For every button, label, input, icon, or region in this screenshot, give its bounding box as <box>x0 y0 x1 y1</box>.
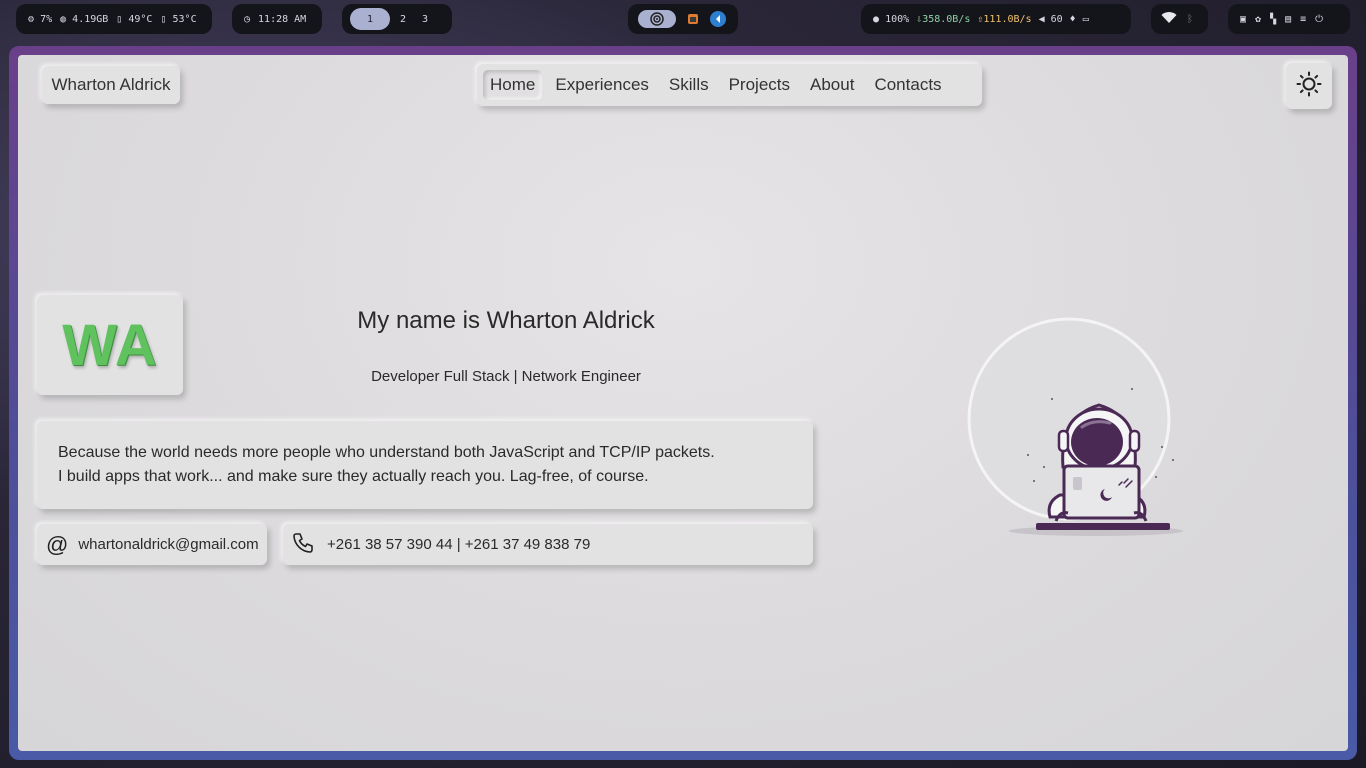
system-status-bar: ⚙ 7% ◍ 4.19GB ▯ 49°C ▯ 53°C ◷ 11:28 AM 1… <box>0 0 1366 38</box>
temp2-value: 53°C <box>172 13 197 25</box>
workspace-1[interactable]: 1 <box>350 8 390 30</box>
astronaut-illustration <box>964 317 1188 549</box>
battery-stat: ● 100% <box>873 14 909 25</box>
sun-icon <box>1296 71 1322 102</box>
microphone-icon[interactable]: ♦ <box>1070 14 1076 25</box>
phone-contact[interactable]: +261 38 57 390 44 | +261 37 49 838 79 <box>283 524 813 565</box>
page-title: My name is Wharton Aldrick <box>357 307 655 334</box>
at-icon: @ <box>46 531 69 557</box>
nav-contacts[interactable]: Contacts <box>867 70 948 100</box>
connectivity-pill: ᛒ <box>1151 4 1208 34</box>
clock-pill[interactable]: ◷ 11:28 AM <box>232 4 322 34</box>
checker-icon[interactable]: ▚ <box>1270 14 1276 25</box>
nav-projects[interactable]: Projects <box>722 70 797 100</box>
download-value: 358.0B/s <box>922 13 971 25</box>
clipboard-icon[interactable]: ▤ <box>1285 14 1291 25</box>
memory-stat: ◍ 4.19GB <box>60 14 108 25</box>
controls-pill: ▣ ✿ ▚ ▤ ≡ ⏻ <box>1228 4 1350 34</box>
battery-icon: ● <box>873 13 880 25</box>
main-nav: Home Experiences Skills Projects About C… <box>477 64 982 106</box>
initials-logo: WA <box>37 295 183 395</box>
system-stats-pill: ⚙ 7% ◍ 4.19GB ▯ 49°C ▯ 53°C <box>16 4 212 34</box>
bio-card: Because the world needs more people who … <box>37 421 813 509</box>
palette-icon[interactable]: ✿ <box>1255 14 1261 25</box>
bio-line-1: Because the world needs more people who … <box>58 444 715 461</box>
power-icon[interactable]: ⏻ <box>1315 14 1323 25</box>
memory-value: 4.19GB <box>72 13 109 25</box>
app-tray <box>628 4 738 34</box>
target-app-icon[interactable] <box>638 10 676 28</box>
battery-value: 100% <box>885 13 910 25</box>
cpu-value: 7% <box>40 13 53 25</box>
nav-experiences[interactable]: Experiences <box>548 70 656 100</box>
logo-initials: WA <box>62 312 158 378</box>
clock-value: 11:28 AM <box>258 13 307 25</box>
nav-about[interactable]: About <box>803 70 861 100</box>
volume-stat[interactable]: ◀ 60 <box>1039 14 1063 25</box>
temp2-stat: ▯ 53°C <box>160 14 196 25</box>
cpu-icon: ⚙ <box>28 13 35 25</box>
thermometer-icon: ▯ <box>160 13 167 25</box>
wifi-icon[interactable] <box>1161 11 1177 27</box>
cpu-stat: ⚙ 7% <box>28 14 52 25</box>
thermometer-icon: ▯ <box>116 13 123 25</box>
download-stat: ⇩358.0B/s <box>916 14 970 25</box>
speaker-icon: ◀ <box>1038 13 1045 25</box>
upload-stat: ⇧111.0B/s <box>977 14 1031 25</box>
workspace-switcher: 1 2 3 <box>342 4 452 34</box>
temp1-stat: ▯ 49°C <box>116 14 152 25</box>
clock-icon: ◷ <box>244 13 251 25</box>
brand-logo[interactable]: Wharton Aldrick <box>42 66 180 104</box>
phone-icon <box>291 531 315 559</box>
menu-icon[interactable]: ≡ <box>1300 14 1306 25</box>
bio-line-2: I build apps that work... and make sure … <box>58 468 649 485</box>
memory-icon: ◍ <box>60 13 67 25</box>
workspace-2[interactable]: 2 <box>394 8 412 30</box>
workspace-3[interactable]: 3 <box>416 8 434 30</box>
screenshot-icon[interactable]: ▣ <box>1240 14 1246 25</box>
email-contact[interactable]: @ whartonaldrick@gmail.com <box>37 524 267 565</box>
phone-numbers: +261 38 57 390 44 | +261 37 49 838 79 <box>327 536 591 553</box>
browser-app-icon[interactable] <box>684 10 702 28</box>
portfolio-page: Wharton Aldrick Home Experiences Skills … <box>18 55 1348 751</box>
upload-value: 111.0B/s <box>983 13 1032 25</box>
volume-value: 60 <box>1050 13 1063 25</box>
keyboard-icon[interactable]: ▭ <box>1083 14 1089 25</box>
bluetooth-icon[interactable]: ᛒ <box>1187 14 1193 25</box>
email-address: whartonaldrick@gmail.com <box>78 536 259 553</box>
window-frame: Wharton Aldrick Home Experiences Skills … <box>9 46 1357 760</box>
nav-skills[interactable]: Skills <box>662 70 716 100</box>
nav-home[interactable]: Home <box>483 70 543 100</box>
vscode-app-icon[interactable] <box>710 11 726 27</box>
role-subtitle: Developer Full Stack | Network Engineer <box>371 368 641 385</box>
system-tray-pill: ● 100% ⇩358.0B/s ⇧111.0B/s ◀ 60 ♦ ▭ <box>861 4 1131 34</box>
temp1-value: 49°C <box>128 13 153 25</box>
theme-toggle-button[interactable] <box>1286 63 1332 109</box>
